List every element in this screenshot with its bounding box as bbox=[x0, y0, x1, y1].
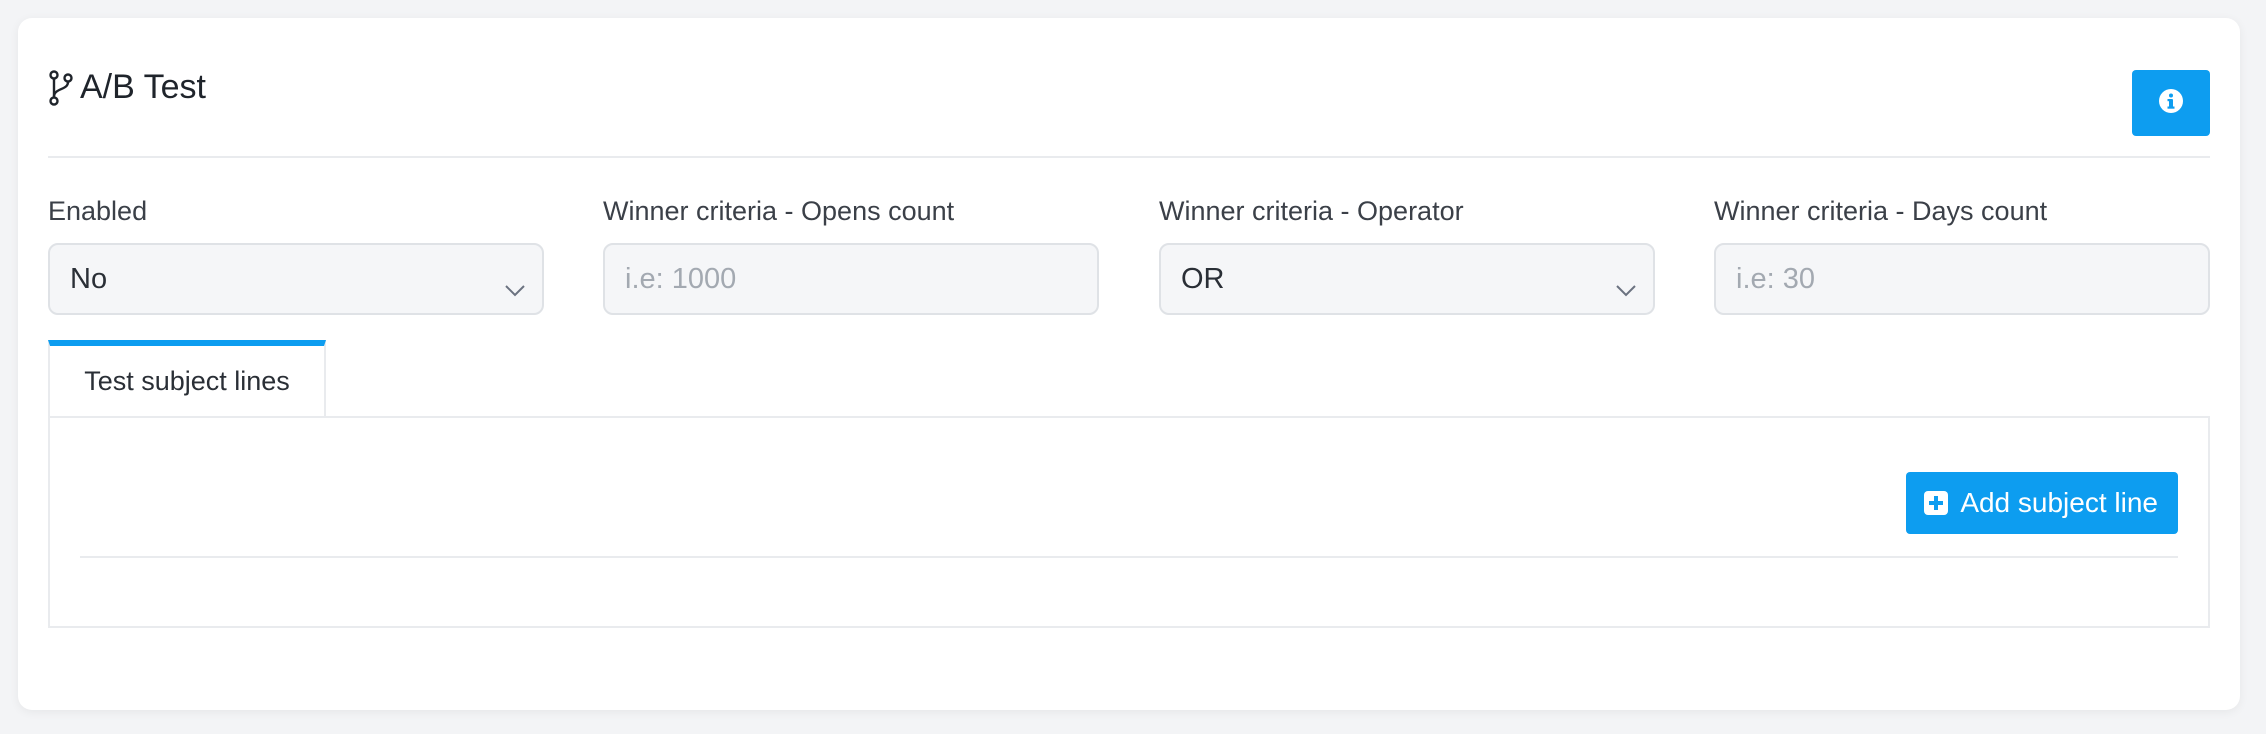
info-button[interactable] bbox=[2132, 70, 2210, 136]
page-title: A/B Test bbox=[48, 68, 206, 107]
git-branch-icon bbox=[48, 69, 74, 106]
opens-count-label: Winner criteria - Opens count bbox=[603, 196, 955, 226]
chevron-down-icon bbox=[504, 273, 526, 297]
divider bbox=[80, 556, 2178, 558]
winner-criteria-fields: Enabled No Winner criteria - Opens count… bbox=[48, 193, 2210, 315]
plus-square-icon bbox=[1924, 491, 1949, 515]
days-count-input[interactable]: i.e: 30 bbox=[1714, 243, 2210, 315]
page-title-text: A/B Test bbox=[80, 68, 206, 106]
info-circle-icon bbox=[2158, 88, 2184, 119]
days-count-label: Winner criteria - Days count bbox=[1714, 196, 2048, 226]
days-count-placeholder: i.e: 30 bbox=[1736, 262, 1815, 295]
operator-field: Winner criteria - Operator OR bbox=[1159, 193, 1655, 315]
enabled-select-value: No bbox=[70, 262, 108, 295]
days-count-field: Winner criteria - Days count i.e: 30 bbox=[1714, 193, 2210, 315]
enabled-field: Enabled No bbox=[48, 193, 544, 315]
tab-bar: Test subject lines bbox=[48, 340, 2210, 416]
operator-label: Winner criteria - Operator bbox=[1159, 196, 1464, 226]
chevron-down-icon bbox=[1615, 273, 1637, 297]
opens-count-input[interactable]: i.e: 1000 bbox=[603, 243, 1099, 315]
operator-select[interactable]: OR bbox=[1159, 243, 1655, 315]
operator-select-value: OR bbox=[1181, 262, 1225, 295]
add-subject-line-button[interactable]: Add subject line bbox=[1906, 472, 2178, 534]
ab-test-card: A/B Test Enabled No Winner criteria - Op… bbox=[18, 18, 2240, 710]
enabled-label: Enabled bbox=[48, 196, 148, 226]
tab-test-subject-lines[interactable]: Test subject lines bbox=[48, 340, 326, 416]
enabled-select[interactable]: No bbox=[48, 243, 544, 315]
opens-count-placeholder: i.e: 1000 bbox=[625, 262, 737, 295]
add-subject-line-label: Add subject line bbox=[1960, 487, 2158, 518]
card-header: A/B Test bbox=[48, 18, 2210, 158]
tab-panel-test-subject-lines: Add subject line bbox=[48, 416, 2210, 628]
opens-count-field: Winner criteria - Opens count i.e: 1000 bbox=[603, 193, 1099, 315]
